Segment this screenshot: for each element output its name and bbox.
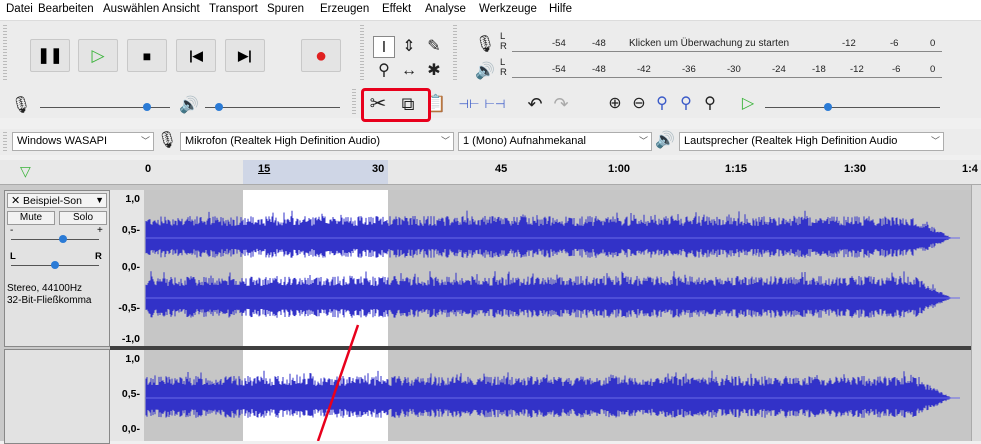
slider-thumb[interactable]: [215, 103, 223, 111]
speaker-volume-icon: 🔊: [179, 97, 199, 114]
playback-speed-slider[interactable]: [765, 107, 940, 108]
tick-label: -54: [552, 64, 566, 75]
skip-to-end-icon: ▶|: [238, 48, 252, 63]
chevron-down-icon: ﹀: [440, 136, 450, 146]
toolbar-grip: [3, 132, 7, 152]
tick-label: 0: [930, 64, 936, 75]
mic-volume-icon: 🎙: [10, 97, 32, 114]
chevron-down-icon: ﹀: [638, 136, 648, 146]
zoom-tool-icon[interactable]: ⚲: [373, 60, 395, 82]
menu-datei[interactable]: Datei: [6, 3, 33, 15]
highlight-box: [361, 88, 431, 122]
skip-to-start-button[interactable]: |◀: [176, 39, 216, 72]
tick-label: 45: [495, 163, 508, 175]
tick-label: 0: [930, 38, 936, 49]
record-button[interactable]: ●: [301, 39, 341, 72]
tick-label: 0: [145, 163, 152, 175]
pause-button[interactable]: ❚❚: [30, 39, 70, 72]
tick-label: -6: [892, 64, 901, 75]
play-meter-lr: LR: [500, 57, 507, 78]
zoom-out-icon[interactable]: ⊖: [628, 93, 650, 115]
tick-label: -42: [637, 64, 651, 75]
envelope-tool-icon[interactable]: ⇕: [398, 36, 420, 58]
menu-werkzeuge[interactable]: Werkzeuge: [479, 3, 537, 15]
toolbar-grip: [352, 89, 356, 115]
tick-label: 1:4: [962, 163, 978, 175]
zoom-toggle-icon[interactable]: ⚲: [699, 93, 721, 115]
rec-meter-lr: LR: [500, 31, 507, 52]
speaker-icon: 🔊: [655, 132, 675, 149]
input-device-select[interactable]: Mikrofon (Realtek High Definition Audio)…: [180, 132, 454, 151]
tick-label: -48: [592, 64, 606, 75]
device-toolbar: Windows WASAPI ﹀ 🎙 Mikrofon (Realtek High…: [0, 129, 981, 155]
speaker-volume-slider[interactable]: [205, 107, 340, 108]
timeshift-tool-icon[interactable]: ↔: [398, 60, 420, 82]
track-area: ✕ Beispiel-Son ▼ Mute Solo - + L R Stere…: [0, 185, 981, 444]
tick-label: -36: [682, 64, 696, 75]
menu-bar: Datei Bearbeiten Auswählen Ansicht Trans…: [0, 0, 981, 21]
tick-label: -12: [842, 38, 856, 49]
toolbar-area: ❚❚ ▷ ■ |◀ ▶| ● I ⇕ ✎ ⚲ ↔ ✱ 🎙 LR -54 -48 …: [0, 21, 981, 122]
play-button[interactable]: ▷: [78, 39, 118, 72]
menu-spuren[interactable]: Spuren: [267, 3, 304, 15]
redo-icon[interactable]: ↷: [550, 93, 572, 115]
tick-label: -54: [552, 38, 566, 49]
tick-label: -6: [890, 38, 899, 49]
tick-label: -24: [772, 64, 786, 75]
trim-icon[interactable]: ⊣⊢: [458, 93, 480, 115]
stop-button[interactable]: ■: [127, 39, 167, 72]
speaker-icon[interactable]: 🔊: [474, 61, 496, 83]
zoom-in-icon[interactable]: ⊕: [604, 93, 626, 115]
tick-label: 1:30: [844, 163, 867, 175]
skip-to-start-icon: |◀: [189, 48, 203, 63]
tick-label: 15: [258, 163, 271, 175]
tick-label: 1:00: [608, 163, 631, 175]
slider-thumb[interactable]: [143, 103, 151, 111]
selection-tool-icon[interactable]: I: [373, 36, 395, 58]
undo-icon[interactable]: ↶: [524, 93, 546, 115]
tick-label: -48: [592, 38, 606, 49]
host-select[interactable]: Windows WASAPI ﹀: [12, 132, 154, 151]
menu-hilfe[interactable]: Hilfe: [549, 3, 572, 15]
menu-erzeugen[interactable]: Erzeugen: [320, 3, 369, 15]
toolbar-grip: [453, 25, 457, 81]
slider-thumb[interactable]: [824, 103, 832, 111]
menu-transport[interactable]: Transport: [209, 3, 258, 15]
meter-hint: Klicken um Überwachung zu starten: [629, 38, 790, 49]
tick-label: -12: [850, 64, 864, 75]
zoom-fit-icon[interactable]: ⚲: [675, 93, 697, 115]
zoom-selection-icon[interactable]: ⚲: [651, 93, 673, 115]
pin-playhead-icon[interactable]: ▽: [20, 163, 31, 180]
chevron-down-icon: ﹀: [930, 136, 940, 146]
menu-ansicht[interactable]: Ansicht: [162, 3, 200, 15]
stop-icon: ■: [142, 48, 152, 64]
record-icon: ●: [314, 45, 328, 67]
microphone-icon[interactable]: 🎙: [474, 34, 496, 56]
menu-effekt[interactable]: Effekt: [382, 3, 411, 15]
menu-bearbeiten[interactable]: Bearbeiten: [38, 3, 94, 15]
silence-icon[interactable]: ⊢⊣: [484, 93, 506, 115]
microphone-icon: 🎙: [156, 132, 178, 149]
play-at-speed-icon[interactable]: ▷: [737, 93, 759, 115]
playback-meter[interactable]: -54 -48 -42 -36 -30 -24 -18 -12 -6 0: [512, 64, 942, 78]
channels-select[interactable]: 1 (Mono) Aufnahmekanal ﹀: [458, 132, 652, 151]
skip-to-end-button[interactable]: ▶|: [225, 39, 265, 72]
pause-icon: ❚❚: [37, 47, 63, 64]
draw-tool-icon[interactable]: ✎: [423, 36, 445, 58]
menu-analyse[interactable]: Analyse: [425, 3, 466, 15]
chevron-down-icon: ﹀: [140, 136, 150, 146]
tick-label: -18: [812, 64, 826, 75]
multi-tool-icon[interactable]: ✱: [423, 60, 445, 82]
tick-label: -30: [727, 64, 741, 75]
timeline-ruler[interactable]: ▽ 0 15 30 45 1:00 1:15 1:30 1:4: [0, 160, 981, 185]
tick-label: 30: [372, 163, 385, 175]
toolbar-grip: [360, 25, 364, 81]
output-device-select[interactable]: Lautsprecher (Realtek High Definition Au…: [679, 132, 944, 151]
play-icon: ▷: [91, 46, 105, 65]
annotation-arrow: [316, 324, 360, 441]
record-meter[interactable]: -54 -48 Klicken um Überwachung zu starte…: [512, 38, 942, 52]
menu-auswaehlen[interactable]: Auswählen: [103, 3, 159, 15]
tick-label: 1:15: [725, 163, 748, 175]
toolbar-grip[interactable]: [3, 25, 7, 81]
